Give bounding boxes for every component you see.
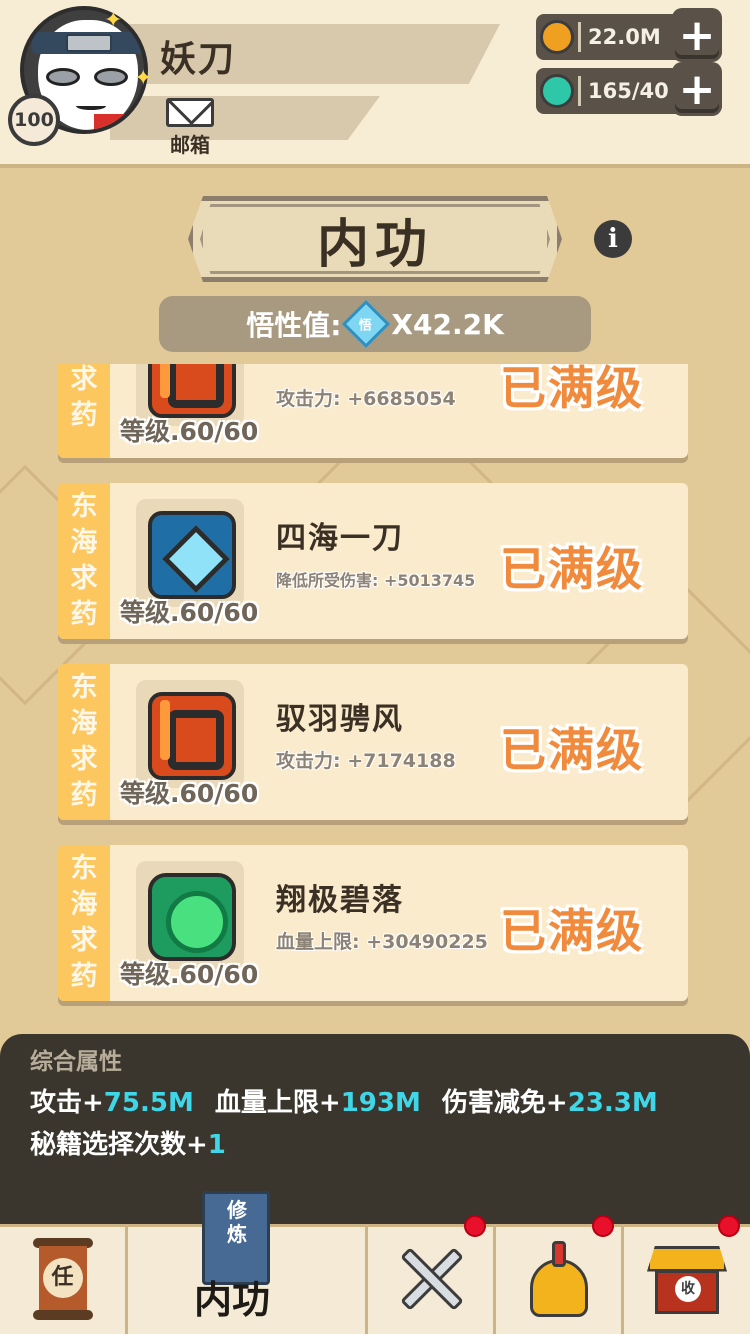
skill-stat: 降低所受伤害: +5013745 [276, 571, 476, 590]
notification-dot [592, 1215, 614, 1237]
avatar-eye [46, 68, 80, 86]
skill-card[interactable]: 海求药 攻击力: +6685054 等级.60/60 已满级 [58, 364, 688, 458]
wisdom-label: 悟性值: [246, 309, 342, 342]
gold-value: 22.0M [588, 25, 661, 49]
skill-stat: 血量上限: +30490225 [276, 931, 488, 953]
damage-reduction-attr: 伤害减免+23.3M [441, 1088, 658, 1118]
currency-divider [578, 22, 581, 52]
fire-skill-icon [148, 692, 236, 780]
skill-card[interactable]: 东海求药 翔极碧落 血量上限: +30490225 等级.60/60 已满级 [58, 845, 688, 1001]
gem-currency: 165/40 + [536, 62, 722, 116]
player-level-badge: 100 [8, 94, 60, 146]
extra-attribute-line: 秘籍选择次数+1 [30, 1130, 226, 1160]
nav-tab-shop[interactable]: 收 [624, 1215, 750, 1334]
fire-skill-icon [148, 364, 236, 418]
avatar-eye [94, 68, 128, 86]
skill-card[interactable]: 东海求药 四海一刀 降低所受伤害: +5013745 等级.60/60 已满级 [58, 483, 688, 639]
teal-gem-icon [540, 74, 574, 108]
skill-level: 等级.60/60 [120, 598, 259, 627]
skill-source-tag: 东海求药 [58, 483, 110, 639]
envelope-icon [166, 98, 214, 127]
mail-button[interactable]: 邮箱 [160, 98, 220, 158]
notification-dot [464, 1215, 486, 1237]
wisdom-gem-icon: 悟 [342, 299, 391, 349]
skill-stat: 攻击力: +6685054 [276, 388, 456, 410]
wisdom-value: X42.2K [391, 307, 504, 341]
skill-card[interactable]: 东海求药 驭羽骋风 攻击力: +7174188 等级.60/60 已满级 [58, 664, 688, 820]
sparkle-icon: ✦ [134, 66, 153, 91]
maxed-status: 已满级 [500, 364, 644, 415]
summary-title: 综合属性 [30, 1049, 122, 1075]
nav-tab-label: 内功 [194, 1278, 271, 1322]
skill-name: 驭羽骋风 [276, 702, 404, 737]
task-scroll-icon: 任 [32, 1237, 93, 1324]
shop-icon: 收 [647, 1245, 727, 1316]
maxed-status: 已满级 [500, 904, 644, 958]
notification-dot [718, 1215, 740, 1237]
wisdom-bar: 悟性值: 悟 X42.2K [159, 296, 591, 352]
ice-skill-icon [148, 511, 236, 599]
skill-source-tag: 东海求药 [58, 664, 110, 820]
skill-level: 等级.60/60 [120, 960, 259, 989]
hp-attr: 血量上限+193M [214, 1088, 421, 1118]
add-gem-button[interactable]: + [672, 62, 722, 116]
skill-stat: 攻击力: +7174188 [276, 750, 456, 772]
player-name: 妖刀 [160, 39, 237, 80]
maxed-status: 已满级 [500, 542, 644, 596]
skill-list[interactable]: 海求药 攻击力: +6685054 等级.60/60 已满级 东海求药 四海一刀… [0, 364, 750, 1022]
gold-currency: 22.0M + [536, 8, 722, 62]
add-gold-button[interactable]: + [672, 8, 722, 62]
helmet-icon [524, 1240, 594, 1321]
gem-value: 165/40 [588, 79, 669, 103]
summary-panel: 综合属性 攻击+75.5M 血量上限+193M 伤害减免+23.3M 秘籍选择次… [0, 1034, 750, 1230]
skill-source-tag: 东海求药 [58, 845, 110, 1001]
crossed-swords-icon [391, 1241, 471, 1321]
nav-tab-equipment[interactable] [496, 1215, 624, 1334]
avatar-plate [66, 34, 112, 52]
nav-tab-neigong[interactable]: 修炼 内功 [128, 1191, 368, 1334]
gold-coin-icon [540, 20, 574, 54]
skill-level: 等级.60/60 [120, 779, 259, 808]
top-bar: 妖刀 ✦ ✦ 100 邮箱 22.0M + 165/40 + [0, 0, 750, 168]
avatar-mouth [76, 102, 106, 110]
skill-source-tag: 海求药 [58, 364, 110, 458]
skill-name: 翔极碧落 [276, 883, 404, 918]
maxed-status: 已满级 [500, 723, 644, 777]
nav-tab-task[interactable]: 任 [0, 1227, 128, 1334]
page-title: 内功 [316, 214, 433, 275]
skill-name: 四海一刀 [276, 521, 404, 556]
attribute-line: 攻击+75.5M 血量上限+193M 伤害减免+23.3M [30, 1082, 670, 1119]
sparkle-icon: ✦ [104, 8, 123, 33]
mail-label: 邮箱 [170, 133, 210, 157]
currency-divider [578, 76, 581, 106]
skill-level: 等级.60/60 [120, 417, 259, 446]
attack-attr: 攻击+75.5M [30, 1088, 194, 1118]
nav-tab-battle[interactable] [368, 1215, 496, 1334]
info-icon[interactable]: i [594, 220, 632, 258]
mail-strip [110, 96, 380, 140]
bottom-nav: 任 修炼 内功 收 [0, 1191, 750, 1334]
wind-skill-icon [148, 873, 236, 961]
